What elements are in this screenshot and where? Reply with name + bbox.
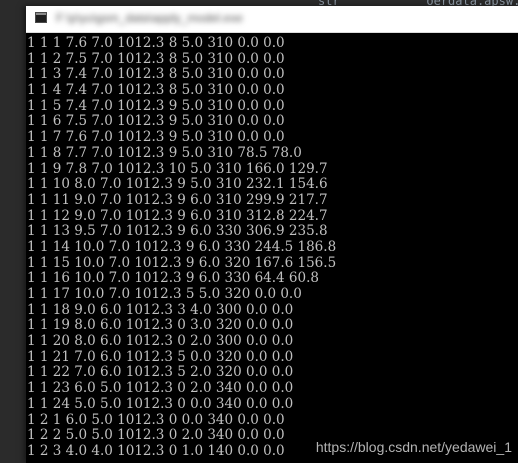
console-line: 1 1 10 8.0 7.0 1012.3 9 5.0 310 232.1 15… [27, 176, 328, 193]
console-line: 1 1 17 10.0 7.0 1012.3 5 5.0 320 0.0 0.0 [27, 286, 302, 302]
console-line: 1 1 21 7.0 6.0 1012.3 5 0.0 320 0.0 0.0 [27, 348, 294, 365]
console-line: 1 1 1 7.6 7.0 1012.3 8 5.0 310 0.0 0.0 [27, 35, 285, 51]
console-line: 1 1 11 9.0 7.0 1012.3 9 6.0 310 299.9 21… [27, 191, 328, 208]
console-window[interactable]: F:\p\yu\gsm_data\apply_model.exe 1 1 1 7… [26, 6, 518, 463]
console-app-icon [35, 12, 47, 23]
title-bar[interactable]: F:\p\yu\gsm_data\apply_model.exe [26, 6, 518, 33]
console-line: 1 1 20 8.0 6.0 1012.3 0 2.0 300 0.0 0.0 [27, 333, 294, 350]
window-title: F:\p\yu\gsm_data\apply_model.exe [56, 11, 243, 25]
console-line: 1 1 23 6.0 5.0 1012.3 0 2.0 340 0.0 0.0 [27, 380, 294, 397]
console-line: 1 1 24 5.0 5.0 1012.3 0 0.0 340 0.0 0.0 [27, 395, 294, 412]
console-output[interactable]: 1 1 1 7.6 7.0 1012.3 8 5.0 310 0.0 0.0 1 … [26, 35, 518, 460]
console-line: 1 1 5 7.4 7.0 1012.3 9 5.0 310 0.0 0.0 [27, 97, 285, 114]
console-line: 1 1 14 10.0 7.0 1012.3 9 6.0 330 244.5 1… [27, 238, 337, 255]
console-line: 1 1 16 10.0 7.0 1012.3 9 6.0 330 64.4 60… [27, 270, 319, 287]
watermark: https://blog.csdn.net/yedawei_1 [315, 439, 512, 455]
console-line: 1 2 1 6.0 5.0 1012.3 0 0.0 340 0.0 0.0 [27, 411, 285, 428]
console-line: 1 1 13 9.5 7.0 1012.3 9 6.0 330 306.9 23… [27, 223, 328, 240]
console-line: 1 1 6 7.5 7.0 1012.3 9 5.0 310 0.0 0.0 [27, 113, 285, 130]
console-line: 1 1 19 8.0 6.0 1012.3 0 3.0 320 0.0 0.0 [27, 317, 294, 334]
console-line: 1 1 7 7.6 7.0 1012.3 9 5.0 310 0.0 0.0 [27, 129, 285, 146]
console-line: 1 1 22 7.0 6.0 1012.3 5 2.0 320 0.0 0.0 [27, 364, 294, 381]
console-line: 1 1 2 7.5 7.0 1012.3 8 5.0 310 0.0 0.0 [27, 50, 285, 67]
console-line: 1 1 3 7.4 7.0 1012.3 8 5.0 310 0.0 0.0 [27, 66, 285, 83]
console-line: 1 1 12 9.0 7.0 1012.3 9 6.0 310 312.8 22… [27, 207, 328, 224]
console-line: 1 1 15 10.0 7.0 1012.3 9 6.0 320 167.6 1… [27, 254, 337, 271]
console-line: 1 1 18 9.0 6.0 1012.3 3 4.0 300 0.0 0.0 [27, 301, 294, 318]
console-line: 1 1 8 7.7 7.0 1012.3 9 5.0 310 78.5 78.0 [27, 144, 302, 161]
console-line: 1 1 9 7.8 7.0 1012.3 10 5.0 310 166.0 12… [27, 160, 328, 177]
console-line: 1 1 4 7.4 7.0 1012.3 8 5.0 310 0.0 0.0 [27, 82, 285, 99]
